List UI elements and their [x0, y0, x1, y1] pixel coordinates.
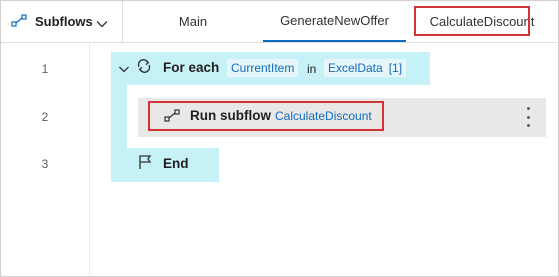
more-vertical-icon[interactable]: [523, 107, 533, 127]
designer-canvas: Subflows Main GenerateNewOffer Calculate…: [0, 0, 559, 277]
foreach-keyword: For each: [163, 60, 220, 75]
foreach-collection-chip[interactable]: ExcelData [1]: [324, 59, 407, 77]
line-number: 3: [41, 157, 49, 171]
subflows-label: Subflows: [35, 14, 93, 29]
end-keyword: End: [163, 156, 189, 171]
highlight-box-tab: [414, 6, 530, 36]
foreach-index: [1]: [388, 61, 403, 75]
foreach-scope-bar: [111, 85, 127, 148]
subflows-dropdown[interactable]: Subflows: [1, 1, 123, 42]
line-number: 2: [41, 110, 49, 124]
foreach-in-label: in: [307, 62, 317, 76]
tab-generate-new-offer[interactable]: GenerateNewOffer: [263, 1, 406, 42]
flag-icon: [137, 154, 153, 175]
foreach-variable: CurrentItem: [231, 61, 295, 75]
tab-bar: Subflows Main GenerateNewOffer Calculate…: [1, 1, 558, 43]
highlight-box-run-subflow: [148, 101, 384, 131]
chevron-down-icon: [96, 16, 108, 28]
foreach-collection: ExcelData: [328, 61, 383, 75]
tab-main[interactable]: Main: [123, 1, 263, 42]
loop-icon: [136, 58, 152, 79]
chevron-down-icon[interactable]: [118, 61, 130, 79]
subflow-icon: [11, 14, 27, 28]
foreach-variable-chip[interactable]: CurrentItem: [227, 59, 299, 77]
line-number: 1: [41, 62, 49, 76]
